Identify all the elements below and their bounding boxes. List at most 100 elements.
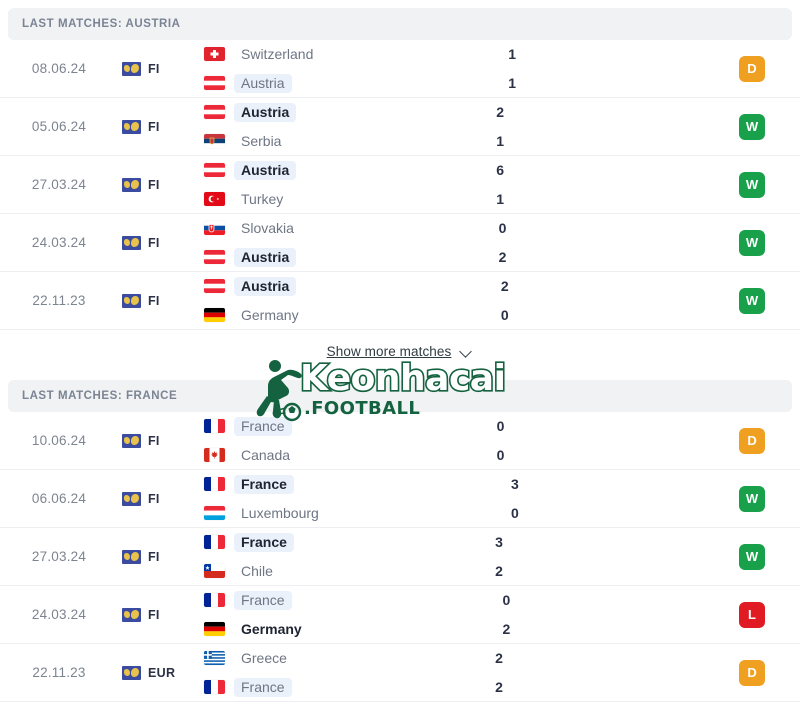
- competition-flag-icon: [122, 665, 141, 680]
- team-name-away[interactable]: Turkey: [234, 190, 290, 209]
- team-name-home[interactable]: France: [234, 532, 294, 552]
- competition-label: FI: [148, 433, 160, 448]
- teams-cell: Austria Germany: [196, 276, 445, 325]
- score-away: 0: [496, 447, 505, 463]
- team-name-away[interactable]: Luxembourg: [234, 504, 326, 523]
- team-name-home[interactable]: Greece: [234, 649, 294, 668]
- competition-cell[interactable]: FI: [110, 61, 196, 76]
- score-away: 0: [511, 505, 519, 521]
- flag-austria-icon: [204, 163, 225, 177]
- scores-cell: 61: [440, 160, 560, 209]
- match-row[interactable]: 27.03.24 FI Austria Turkey 6 1 W: [0, 156, 800, 214]
- team-line-away: France: [204, 677, 439, 697]
- section-header-austria: LAST MATCHES: AUSTRIA: [8, 8, 792, 40]
- competition-cell[interactable]: EUR: [110, 665, 196, 680]
- team-name-home[interactable]: France: [234, 590, 292, 610]
- score-home: 6: [496, 162, 505, 178]
- teams-cell: France Canada: [196, 416, 441, 465]
- match-date: 08.06.24: [31, 61, 87, 76]
- team-line-away: Austria: [204, 73, 452, 93]
- score-away: 1: [496, 191, 505, 207]
- match-row[interactable]: 08.06.24 FI Switzerland Austria 1 1 D: [0, 40, 800, 98]
- competition-cell[interactable]: FI: [110, 177, 196, 192]
- team-name-home[interactable]: France: [234, 474, 294, 494]
- match-row[interactable]: 24.03.24 FI Slovakia Austria 0 2 W: [0, 214, 800, 272]
- competition-flag-icon: [122, 607, 141, 622]
- score-away: 0: [500, 307, 509, 323]
- match-row[interactable]: 05.06.24 FI Austria Serbia 2 1 W: [0, 98, 800, 156]
- result-cell: D: [704, 55, 800, 82]
- competition-cell[interactable]: FI: [110, 119, 196, 134]
- match-row[interactable]: 22.11.23 EUR Greece France 2 2 D: [0, 644, 800, 702]
- flag-turkey-icon: [204, 192, 225, 206]
- team-name-home[interactable]: Austria: [234, 276, 297, 296]
- team-name-away[interactable]: Austria: [234, 247, 297, 267]
- competition-label: FI: [148, 177, 160, 192]
- competition-flag-icon: [122, 177, 141, 192]
- show-more-matches-button[interactable]: Show more matches: [0, 330, 800, 372]
- team-line-home: Austria: [204, 102, 440, 122]
- result-cell: D: [704, 659, 800, 686]
- team-line-home: France: [204, 416, 441, 436]
- match-date: 24.03.24: [31, 235, 87, 250]
- team-name-home[interactable]: France: [234, 416, 292, 436]
- team-name-away[interactable]: France: [234, 677, 292, 697]
- teams-cell: Austria Turkey: [196, 160, 440, 209]
- section-header-title: LAST MATCHES: FRANCE: [22, 390, 178, 402]
- flag-austria-icon: [204, 279, 225, 293]
- team-name-home[interactable]: Switzerland: [234, 45, 320, 64]
- status-badge: W: [739, 287, 766, 314]
- match-date: 27.03.24: [31, 177, 87, 192]
- teams-cell: France Chile: [196, 532, 439, 581]
- flag-france-icon: [204, 477, 225, 491]
- flag-greece-icon: [204, 651, 225, 665]
- match-row[interactable]: 06.06.24 FI France Luxembourg 3 0 W: [0, 470, 800, 528]
- status-badge: D: [739, 659, 766, 686]
- team-name-away[interactable]: Austria: [234, 73, 292, 93]
- competition-cell[interactable]: FI: [110, 491, 196, 506]
- competition-cell[interactable]: FI: [110, 433, 196, 448]
- team-name-away[interactable]: Serbia: [234, 132, 288, 151]
- match-row[interactable]: 24.03.24 FI France Germany 0 2 L: [0, 586, 800, 644]
- competition-cell[interactable]: FI: [110, 607, 196, 622]
- team-line-home: France: [204, 532, 439, 552]
- flag-france-icon: [204, 680, 225, 694]
- competition-label: FI: [148, 607, 160, 622]
- competition-cell[interactable]: FI: [110, 293, 196, 308]
- match-list-france: 10.06.24 FI France Canada 0 0 D 06.06.24 FI Franc…: [0, 412, 800, 702]
- scores-cell: 30: [455, 474, 575, 523]
- teams-cell: Switzerland Austria: [196, 44, 452, 93]
- flag-france-icon: [204, 535, 225, 549]
- teams-cell: Greece France: [196, 648, 439, 697]
- match-row[interactable]: 22.11.23 FI Austria Germany 2 0 W: [0, 272, 800, 330]
- match-row[interactable]: 10.06.24 FI France Canada 0 0 D: [0, 412, 800, 470]
- result-cell: W: [704, 171, 800, 198]
- competition-cell[interactable]: FI: [110, 549, 196, 564]
- team-line-home: Slovakia: [204, 218, 442, 238]
- team-name-away[interactable]: Germany: [234, 620, 309, 639]
- scores-cell: 00: [441, 416, 561, 465]
- team-name-away[interactable]: Germany: [234, 306, 306, 325]
- team-line-home: France: [204, 474, 455, 494]
- team-name-home[interactable]: Austria: [234, 160, 297, 180]
- competition-label: FI: [148, 491, 160, 506]
- sections-container: LAST MATCHES: AUSTRIA 08.06.24 FI Switzerla…: [0, 8, 800, 702]
- match-row[interactable]: 27.03.24 FI France Chile 3 2 W: [0, 528, 800, 586]
- score-away: 1: [508, 75, 517, 91]
- team-line-away: Austria: [204, 247, 442, 267]
- score-home: 2: [500, 278, 509, 294]
- scores-cell: 11: [452, 44, 572, 93]
- match-date: 05.06.24: [31, 119, 87, 134]
- team-name-home[interactable]: Austria: [234, 102, 297, 122]
- chevron-down-icon: [460, 347, 473, 355]
- team-name-home[interactable]: Slovakia: [234, 219, 301, 238]
- result-cell: W: [704, 543, 800, 570]
- flag-chile-icon: [204, 564, 225, 578]
- competition-cell[interactable]: FI: [110, 235, 196, 250]
- match-date: 24.03.24: [31, 607, 87, 622]
- status-badge: W: [739, 113, 766, 140]
- scores-cell: 02: [442, 218, 562, 267]
- team-name-away[interactable]: Chile: [234, 562, 280, 581]
- competition-label: FI: [148, 61, 160, 76]
- team-name-away[interactable]: Canada: [234, 446, 297, 465]
